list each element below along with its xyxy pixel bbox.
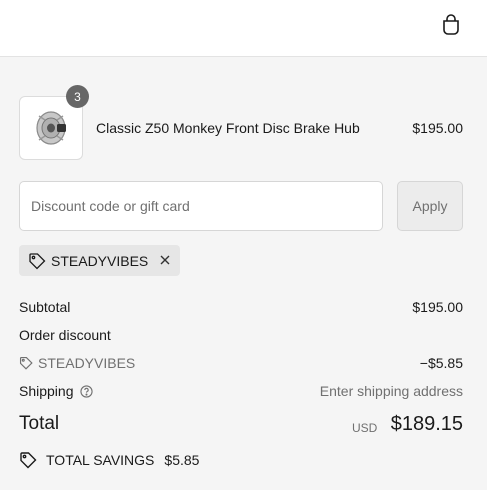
line-item: 3 Classic Z50 Monkey Front Disc Brake Hu… <box>19 85 463 160</box>
discount-code-row: STEADYVIBES −$5.85 <box>19 355 463 373</box>
apply-button[interactable]: Apply <box>397 181 463 231</box>
order-discount-label: Order discount <box>19 327 111 343</box>
shipping-row: Shipping Enter shipping address <box>19 383 463 399</box>
savings-tag-icon <box>19 451 37 469</box>
total-savings: TOTAL SAVINGS $5.85 <box>19 451 199 469</box>
applied-code-label: STEADYVIBES <box>51 252 149 269</box>
discount-code-label: STEADYVIBES <box>38 355 136 371</box>
subtotal-row: Subtotal $195.00 <box>19 299 463 315</box>
total-label: Total <box>19 413 60 434</box>
subtotal-label: Subtotal <box>19 299 71 315</box>
order-discount-row: Order discount <box>19 327 463 343</box>
savings-label: TOTAL SAVINGS <box>46 452 155 468</box>
shipping-value: Enter shipping address <box>319 383 463 399</box>
help-circle-icon[interactable] <box>79 384 93 398</box>
product-price: $195.00 <box>412 120 463 136</box>
savings-value: $5.85 <box>164 452 200 468</box>
tag-icon <box>19 356 33 370</box>
discount-code-input[interactable] <box>19 181 383 231</box>
shipping-label: Shipping <box>19 383 74 399</box>
discount-value: −$5.85 <box>419 355 463 371</box>
applied-discount-chip: STEADYVIBES <box>19 245 180 276</box>
quantity-badge: 3 <box>66 85 89 108</box>
subtotal-value: $195.00 <box>412 299 463 315</box>
product-name: Classic Z50 Monkey Front Disc Brake Hub <box>96 120 360 136</box>
total-amount: $189.15 <box>390 413 463 435</box>
remove-code-close-icon[interactable] <box>158 253 172 267</box>
total-currency: USD <box>352 421 378 435</box>
header <box>0 0 487 57</box>
shopping-bag-icon[interactable] <box>440 12 462 36</box>
tag-icon <box>28 252 46 270</box>
